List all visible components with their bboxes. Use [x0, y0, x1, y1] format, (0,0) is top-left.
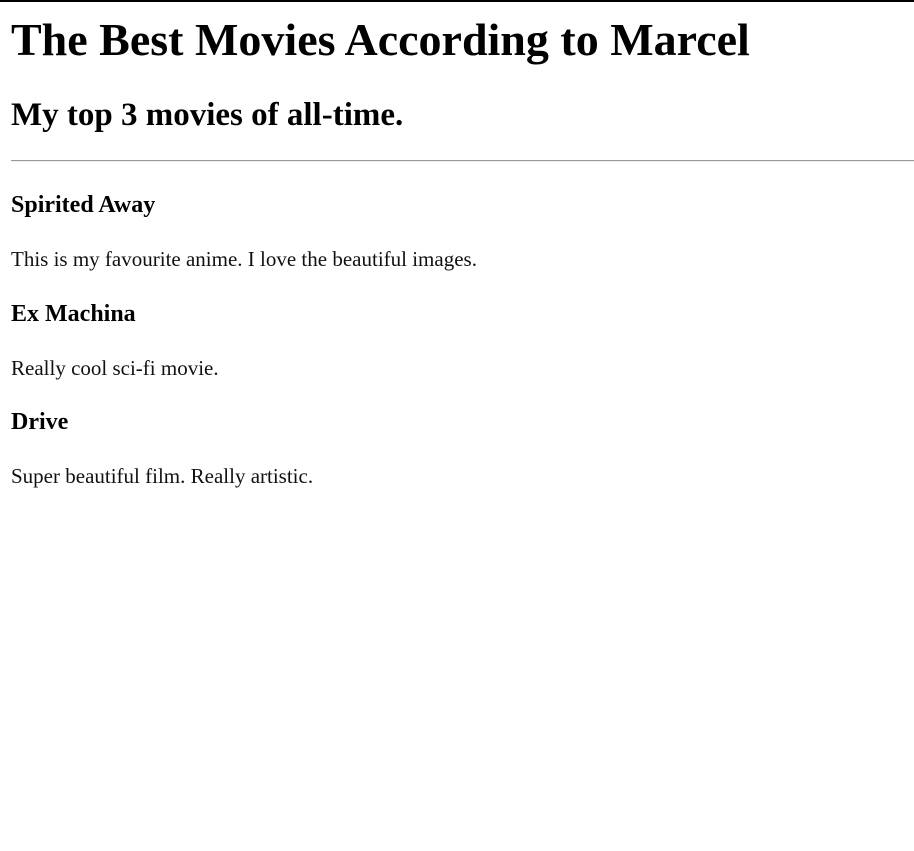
movie-description-spirited-away: This is my favourite anime. I love the b…	[11, 247, 477, 271]
movie-title-ex-machina: Ex Machina	[11, 301, 136, 327]
page: The Best Movies According to Marcel My t…	[0, 0, 914, 851]
movie-title-drive: Drive	[11, 409, 69, 435]
movie-title-spirited-away: Spirited Away	[11, 192, 156, 218]
page-title: The Best Movies According to Marcel	[11, 14, 750, 65]
divider	[11, 160, 914, 162]
movie-description-ex-machina: Really cool sci-fi movie.	[11, 356, 219, 380]
page-subtitle: My top 3 movies of all-time.	[11, 97, 404, 133]
movie-description-drive: Super beautiful film. Really artistic.	[11, 464, 314, 488]
